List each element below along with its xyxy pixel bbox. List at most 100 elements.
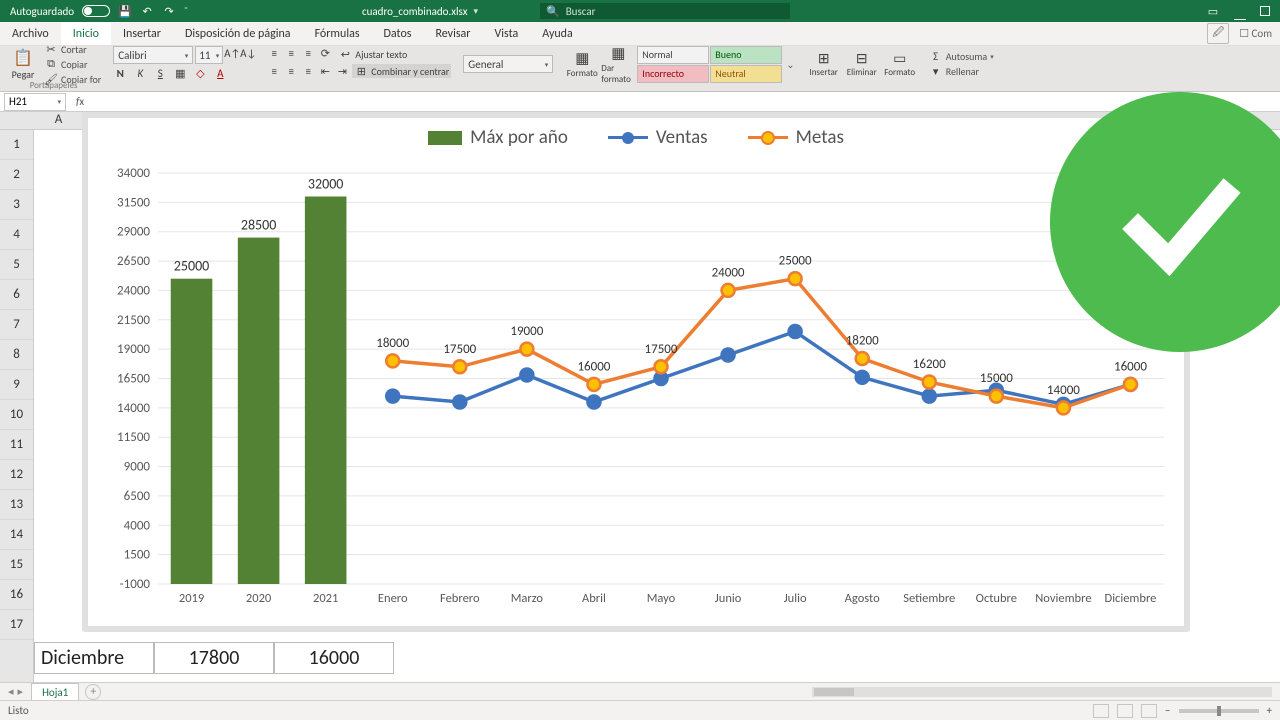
horizontal-scrollbar[interactable] bbox=[812, 687, 1272, 697]
redo-icon[interactable]: ↷ bbox=[162, 4, 176, 18]
share-button[interactable]: 🖉 bbox=[1207, 23, 1229, 44]
zoom-out-icon[interactable]: − bbox=[1165, 704, 1170, 717]
row-header[interactable]: 4 bbox=[0, 220, 33, 250]
copy-button[interactable]: ⧉Copiar bbox=[44, 57, 101, 71]
tab-ayuda[interactable]: Ayuda bbox=[530, 22, 585, 45]
row-header[interactable]: 11 bbox=[0, 430, 33, 460]
row-header[interactable]: 10 bbox=[0, 400, 33, 430]
row-header[interactable]: 2 bbox=[0, 160, 33, 190]
align-left-icon[interactable]: ≡ bbox=[267, 64, 281, 78]
font-name-select[interactable]: Calibri▾ bbox=[113, 46, 193, 64]
align-center-icon[interactable]: ≡ bbox=[284, 64, 298, 78]
align-bot-icon[interactable]: ≡ bbox=[301, 46, 315, 60]
tab-formulas[interactable]: Fórmulas bbox=[303, 22, 372, 45]
svg-text:Julio: Julio bbox=[784, 591, 807, 606]
borders-icon[interactable]: ▦ bbox=[173, 66, 187, 80]
styles-overflow-icon[interactable]: ⌄ bbox=[786, 58, 794, 71]
tab-disposicion[interactable]: Disposición de página bbox=[173, 22, 303, 45]
comments-button[interactable]: ☐ Com bbox=[1239, 27, 1272, 40]
number-format-select[interactable]: General▾ bbox=[463, 55, 553, 73]
column-header-a[interactable]: A bbox=[34, 112, 84, 130]
tab-vista[interactable]: Vista bbox=[482, 22, 530, 45]
format-cells-button[interactable]: ▭Formato bbox=[883, 50, 917, 78]
sheet-nav-next-icon[interactable]: ▸ bbox=[18, 685, 24, 698]
bold-button[interactable]: N bbox=[113, 66, 127, 80]
align-right-icon[interactable]: ≡ bbox=[301, 64, 315, 78]
sheet-tab-hoja1[interactable]: Hoja1 bbox=[31, 683, 79, 700]
fx-icon[interactable]: fx bbox=[76, 95, 84, 108]
row-header[interactable]: 17 bbox=[0, 610, 33, 640]
style-incorrecto[interactable]: Incorrecto bbox=[637, 65, 709, 83]
align-mid-icon[interactable]: ≡ bbox=[284, 46, 298, 60]
row-header[interactable]: 12 bbox=[0, 460, 33, 490]
delete-cells-button[interactable]: ⊟Eliminar bbox=[845, 50, 879, 78]
conditional-format-button[interactable]: ▦Formato bbox=[565, 49, 599, 79]
chart-object[interactable]: Máx por año Ventas Metas -10001500400065… bbox=[82, 112, 1190, 632]
svg-text:6500: 6500 bbox=[124, 489, 151, 504]
merge-center-button[interactable]: ⊞Combinar y centrar bbox=[352, 64, 451, 78]
svg-text:28500: 28500 bbox=[241, 217, 276, 234]
zoom-in-icon[interactable]: + bbox=[1267, 704, 1272, 717]
cell-v2[interactable]: 16000 bbox=[274, 642, 394, 674]
tab-datos[interactable]: Datos bbox=[372, 22, 424, 45]
row-header[interactable]: 5 bbox=[0, 250, 33, 280]
fill-color-icon[interactable]: ◇ bbox=[193, 66, 207, 80]
indent-inc-icon[interactable]: ⇥ bbox=[335, 64, 349, 78]
svg-text:Marzo: Marzo bbox=[511, 591, 544, 606]
insert-cells-button[interactable]: ⊞Insertar bbox=[807, 50, 841, 78]
ribbon-display-icon[interactable]: ▭ bbox=[1206, 4, 1220, 18]
style-bueno[interactable]: Bueno bbox=[710, 46, 782, 64]
italic-button[interactable]: K bbox=[133, 66, 147, 80]
tab-insertar[interactable]: Insertar bbox=[111, 22, 173, 45]
cell-month[interactable]: Diciembre bbox=[34, 642, 154, 674]
wrap-text-button[interactable]: ↩Ajustar texto bbox=[335, 46, 410, 62]
undo-icon[interactable]: ↶ bbox=[140, 4, 154, 18]
autosum-button[interactable]: ΣAutosuma ▾ bbox=[929, 50, 994, 64]
row-header[interactable]: 14 bbox=[0, 520, 33, 550]
autosave-toggle[interactable] bbox=[82, 5, 110, 17]
svg-text:Agosto: Agosto bbox=[845, 591, 880, 606]
view-normal-icon[interactable] bbox=[1093, 704, 1109, 718]
copy-icon: ⧉ bbox=[44, 57, 58, 71]
font-color-icon[interactable]: A bbox=[213, 66, 227, 80]
row-header[interactable]: 15 bbox=[0, 550, 33, 580]
fill-button[interactable]: ▾Rellenar bbox=[929, 65, 994, 79]
indent-dec-icon[interactable]: ⇤ bbox=[318, 64, 332, 78]
format-icon: ▭ bbox=[893, 50, 906, 67]
align-top-icon[interactable]: ≡ bbox=[267, 46, 281, 60]
style-neutral[interactable]: Neutral bbox=[710, 65, 782, 83]
format-table-button[interactable]: ▦Dar formato bbox=[601, 44, 635, 85]
name-box[interactable]: H21▾ bbox=[4, 93, 66, 111]
paste-button[interactable]: 📋 Pegar bbox=[6, 48, 40, 81]
maximize-icon[interactable] bbox=[1260, 6, 1270, 16]
tab-revisar[interactable]: Revisar bbox=[423, 22, 482, 45]
row-header[interactable]: 6 bbox=[0, 280, 33, 310]
style-normal[interactable]: Normal bbox=[637, 46, 709, 64]
sheet-nav-prev-icon[interactable]: ◂ bbox=[8, 685, 14, 698]
view-layout-icon[interactable] bbox=[1117, 704, 1133, 718]
search-box[interactable]: 🔍 Buscar bbox=[540, 3, 790, 19]
title-dropdown-icon[interactable]: ▾ bbox=[473, 6, 478, 17]
row-header[interactable]: 9 bbox=[0, 370, 33, 400]
row-header[interactable]: 16 bbox=[0, 580, 33, 610]
zoom-slider[interactable] bbox=[1179, 709, 1259, 713]
chevron-down-icon: ▾ bbox=[185, 51, 189, 60]
add-sheet-button[interactable]: + bbox=[85, 684, 101, 700]
row-header[interactable]: 13 bbox=[0, 490, 33, 520]
decrease-font-icon[interactable]: A↓ bbox=[241, 46, 255, 60]
save-icon[interactable]: 💾 bbox=[118, 4, 132, 18]
font-size-select[interactable]: 11▾ bbox=[195, 46, 223, 64]
orientation-icon[interactable]: ⟳ bbox=[318, 46, 332, 60]
view-break-icon[interactable] bbox=[1141, 704, 1157, 718]
minimize-icon[interactable] bbox=[1234, 8, 1246, 20]
underline-button[interactable]: S bbox=[153, 66, 167, 80]
row-header[interactable]: 1 bbox=[0, 130, 33, 160]
increase-font-icon[interactable]: A↑ bbox=[225, 46, 239, 60]
cut-button[interactable]: ✂Cortar bbox=[44, 42, 101, 56]
row-header[interactable]: 3 bbox=[0, 190, 33, 220]
qat-overflow-icon[interactable]: ⁼ bbox=[184, 5, 188, 18]
merge-icon: ⊞ bbox=[354, 64, 368, 78]
cell-v1[interactable]: 17800 bbox=[154, 642, 274, 674]
row-header[interactable]: 7 bbox=[0, 310, 33, 340]
row-header[interactable]: 8 bbox=[0, 340, 33, 370]
